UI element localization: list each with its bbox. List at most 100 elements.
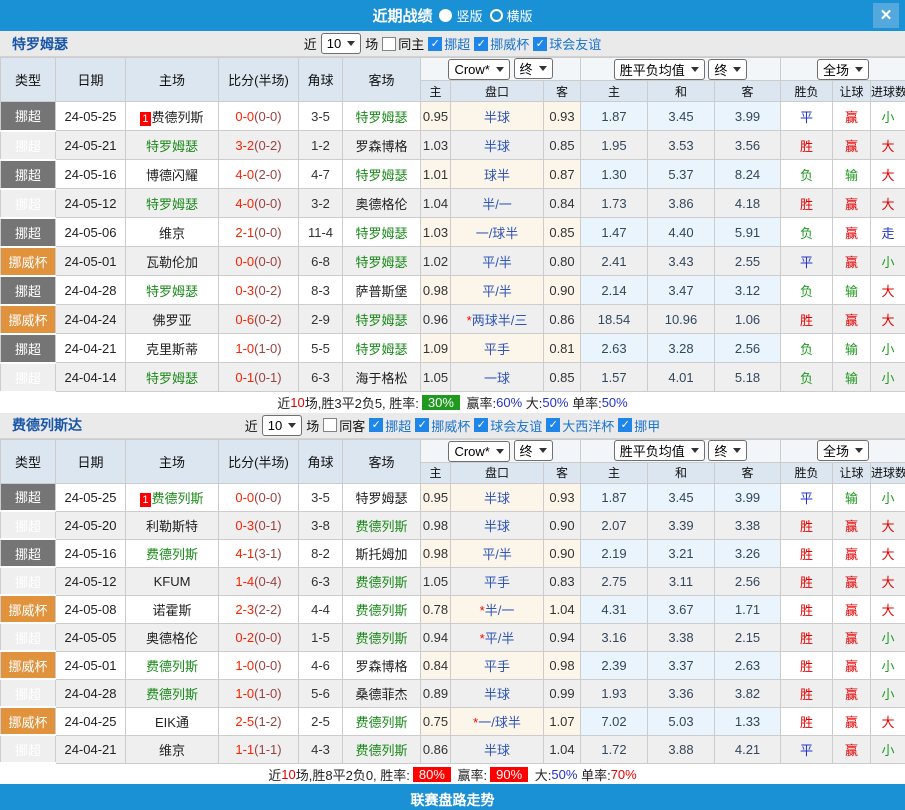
league-filter-checkbox[interactable]: ✓挪超 [369,416,411,435]
competition-type: 挪超 [1,276,56,305]
scope-select[interactable]: 全场 [817,440,869,461]
result-overunder: 大 [871,567,905,595]
league-filter-checkbox[interactable]: ✓挪威杯 [415,416,470,435]
draw-odds: 3.36 [648,679,715,707]
result-handicap: 赢 [833,707,871,735]
handicap-line: *两球半/三 [451,305,544,334]
match-count-select[interactable]: 10 [321,33,361,54]
league-filter-label: 球会友谊 [490,416,542,435]
match-date: 24-05-08 [56,595,126,623]
rank-badge: 1 [140,493,150,507]
bookmaker-select[interactable]: Crow* [448,441,509,462]
handicap-name: 半球 [484,110,510,125]
avg-time-select[interactable]: 终 [708,59,747,80]
layout-radio-horizontal[interactable]: 横版 [490,6,533,25]
home-team-name: 特罗姆瑟 [146,284,198,299]
col-corner: 角球 [299,58,343,102]
match-date: 24-04-28 [56,276,126,305]
home-team: 特罗姆瑟 [126,276,219,305]
win-odds: 2.63 [581,334,648,363]
footer-bar[interactable]: 联赛盘路走势 [0,784,905,810]
league-filter-checkbox[interactable]: ✓挪甲 [618,416,660,435]
handicap-line: 半球 [451,511,544,539]
result-overunder: 大 [871,189,905,218]
win-odds: 1.30 [581,160,648,189]
corners: 4-3 [299,735,343,763]
result-wdl: 负 [781,363,833,392]
league-filter-checkbox[interactable]: ✓球会友谊 [474,416,542,435]
avg-time-select[interactable]: 终 [708,440,747,461]
match-row: 挪超24-05-16费德列斯4-1(3-1)8-2斯托姆加0.98平/半0.90… [1,539,905,567]
match-date: 24-05-12 [56,567,126,595]
match-date: 24-04-25 [56,707,126,735]
home-team-name: 特罗姆瑟 [146,197,198,212]
result-handicap: 输 [833,276,871,305]
close-button[interactable]: ✕ [873,3,899,28]
result-wdl: 负 [781,160,833,189]
win-odds: 1.87 [581,102,648,131]
fulltime-score: 4-0 [235,196,254,211]
away-team-name: 特罗姆瑟 [355,110,407,125]
odds-time-select[interactable]: 终 [514,440,553,461]
col-type: 类型 [1,439,56,483]
radio-selected-icon [439,9,452,22]
corners: 8-2 [299,539,343,567]
layout-radio-vertical[interactable]: 竖版 [439,6,482,25]
league-filter-checkbox[interactable]: ✓挪超 [428,34,470,53]
fulltime-score: 3-2 [235,138,254,153]
win-odds: 1.57 [581,363,648,392]
home-team: 博德闪耀 [126,160,219,189]
home-team: KFUM [126,567,219,595]
result-wdl: 负 [781,334,833,363]
same-venue-label: 同客 [339,416,365,435]
handicap-name: 半球 [484,139,510,154]
summary-segment: 单率: [577,765,610,784]
away-team: 特罗姆瑟 [343,334,421,363]
col-away: 客场 [343,439,421,483]
avg-select[interactable]: 胜平负均值 [614,440,705,461]
handicap-line: 半球 [451,679,544,707]
result-overunder: 小 [871,102,905,131]
league-filter-checkbox[interactable]: ✓挪威杯 [474,34,529,53]
checkbox-checked-icon: ✓ [618,418,632,432]
score: 3-2(0-2) [219,131,299,160]
home-team-name: 克里斯蒂 [146,342,198,357]
draw-odds: 5.03 [648,707,715,735]
home-team-name: 维京 [159,743,185,758]
corners: 3-8 [299,511,343,539]
fulltime-score: 1-4 [235,574,254,589]
draw-odds: 3.38 [648,623,715,651]
same-venue-checkbox[interactable]: 同主 [382,34,424,53]
fulltime-score: 0-0 [235,254,254,269]
home-team-name: 费德列斯 [146,547,198,562]
handicap-line: 平手 [451,567,544,595]
handicap-name: 平/半 [482,547,512,562]
win-odds: 2.75 [581,567,648,595]
result-wdl: 胜 [781,189,833,218]
away-handicap-odds: 0.87 [544,160,581,189]
away-team: 海于格松 [343,363,421,392]
home-team-name: 特罗姆瑟 [146,139,198,154]
col-type: 类型 [1,58,56,102]
match-date: 24-05-16 [56,160,126,189]
league-filter-label: 挪甲 [634,416,660,435]
away-handicap-odds: 0.81 [544,334,581,363]
handicap-name: 平手 [484,659,510,674]
scope-select[interactable]: 全场 [817,59,869,80]
bookmaker-select[interactable]: Crow* [448,59,509,80]
league-filter-checkbox[interactable]: ✓大西洋杯 [546,416,614,435]
odds-time-select[interactable]: 终 [514,58,553,79]
away-team: 费德列斯 [343,511,421,539]
draw-odds: 3.45 [648,483,715,511]
same-venue-checkbox[interactable]: 同客 [323,416,365,435]
handicap-name: 平/半 [485,631,515,646]
league-filter-checkbox[interactable]: ✓球会友谊 [533,34,601,53]
halftime-score: (3-1) [254,546,281,561]
match-count-select[interactable]: 10 [262,415,302,436]
summary-segment: 50% [542,395,568,410]
away-handicap-odds: 0.93 [544,102,581,131]
avg-select[interactable]: 胜平负均值 [614,59,705,80]
corners: 4-7 [299,160,343,189]
result-overunder: 小 [871,483,905,511]
col-result-goals: 进球数 [871,462,905,483]
